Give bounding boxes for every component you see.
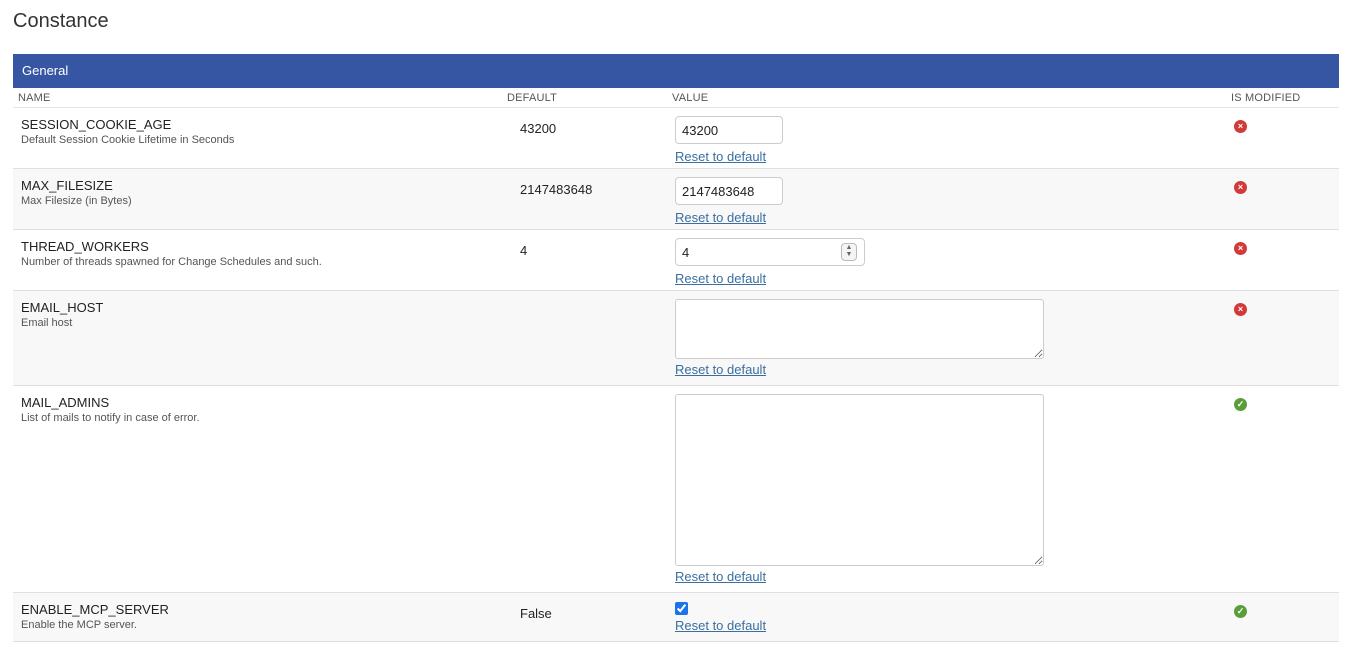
setting-value: Reset to default <box>675 177 783 225</box>
setting-name: SESSION_COOKIE_AGE <box>21 117 172 132</box>
setting-default: False <box>520 606 552 621</box>
setting-help: Email host <box>21 317 73 329</box>
setting-help: Enable the MCP server. <box>21 619 137 631</box>
number-stepper-icon[interactable]: ▲ ▼ <box>841 243 857 261</box>
setting-value: Reset to default <box>675 394 1044 584</box>
mail-admins-textarea[interactable] <box>675 394 1044 566</box>
table-row: SESSION_COOKIE_AGE Default Session Cooki… <box>13 108 1339 169</box>
reset-to-default-link[interactable]: Reset to default <box>675 569 1044 584</box>
setting-value: Reset to default <box>675 299 1044 377</box>
enable-mcp-server-checkbox[interactable] <box>675 602 688 615</box>
session-cookie-age-input[interactable] <box>675 116 783 144</box>
section-caption: General <box>13 54 1339 88</box>
check-circle-icon: ✓ <box>1234 605 1247 618</box>
settings-panel: General NAME DEFAULT VALUE IS MODIFIED S… <box>13 54 1339 642</box>
setting-default: 2147483648 <box>520 182 593 197</box>
setting-name: ENABLE_MCP_SERVER <box>21 602 169 617</box>
setting-default: 4 <box>520 243 528 258</box>
column-header-default: DEFAULT <box>507 92 558 104</box>
email-host-textarea[interactable] <box>675 299 1044 359</box>
column-header-name: NAME <box>18 92 51 104</box>
setting-help: Max Filesize (in Bytes) <box>21 195 132 207</box>
setting-name: MAX_FILESIZE <box>21 178 113 193</box>
thread-workers-field: ▲▼ <box>675 238 865 266</box>
reset-to-default-link[interactable]: Reset to default <box>675 362 1044 377</box>
reset-to-default-link[interactable]: Reset to default <box>675 618 766 633</box>
max-filesize-input[interactable] <box>675 177 783 205</box>
check-circle-icon: ✓ <box>1234 398 1247 411</box>
setting-help: Number of threads spawned for Change Sch… <box>21 256 322 268</box>
thread-workers-input[interactable] <box>675 238 865 266</box>
column-header-value: VALUE <box>672 92 709 104</box>
page-title: Constance <box>13 10 109 32</box>
setting-help: Default Session Cookie Lifetime in Secon… <box>21 134 235 146</box>
x-circle-icon: × <box>1234 181 1247 194</box>
x-circle-icon: × <box>1234 303 1247 316</box>
table-header: NAME DEFAULT VALUE IS MODIFIED <box>13 88 1339 108</box>
table-row: EMAIL_HOST Email host Reset to default × <box>13 291 1339 386</box>
setting-value: Reset to default <box>675 601 766 633</box>
x-circle-icon: × <box>1234 242 1247 255</box>
x-circle-icon: × <box>1234 120 1247 133</box>
reset-to-default-link[interactable]: Reset to default <box>675 149 783 164</box>
setting-default: 43200 <box>520 121 557 136</box>
table-row: ENABLE_MCP_SERVER Enable the MCP server.… <box>13 593 1339 642</box>
reset-to-default-link[interactable]: Reset to default <box>675 210 783 225</box>
setting-name: THREAD_WORKERS <box>21 239 149 254</box>
table-row: MAIL_ADMINS List of mails to notify in c… <box>13 386 1339 593</box>
setting-name: MAIL_ADMINS <box>21 395 110 410</box>
table-row: THREAD_WORKERS Number of threads spawned… <box>13 230 1339 291</box>
table-row: MAX_FILESIZE Max Filesize (in Bytes) 214… <box>13 169 1339 230</box>
reset-to-default-link[interactable]: Reset to default <box>675 271 865 286</box>
setting-value: ▲▼ Reset to default <box>675 238 865 286</box>
setting-help: List of mails to notify in case of error… <box>21 412 200 424</box>
setting-value: Reset to default <box>675 116 783 164</box>
column-header-is-modified: IS MODIFIED <box>1231 92 1301 104</box>
setting-name: EMAIL_HOST <box>21 300 104 315</box>
